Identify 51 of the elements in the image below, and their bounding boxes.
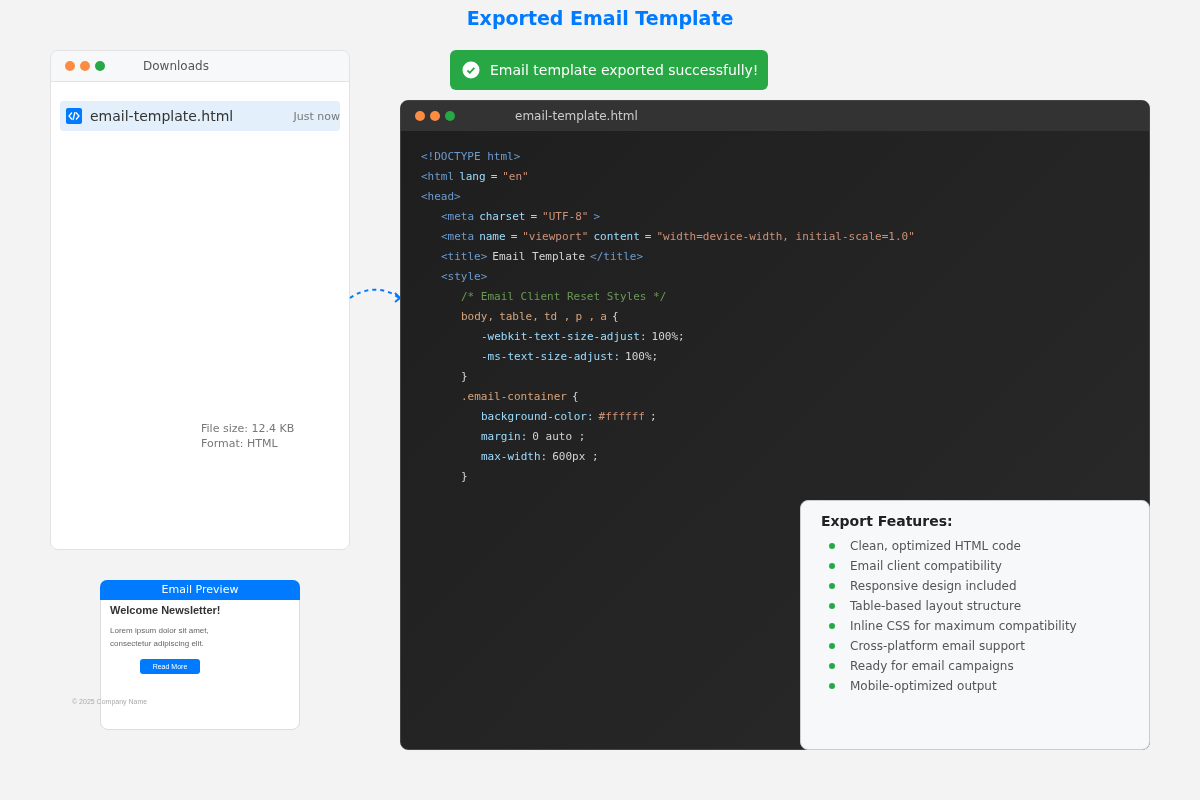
feature-item: Responsive design included — [850, 579, 1017, 593]
dashed-arrow — [349, 286, 403, 306]
code-line: } — [461, 469, 468, 485]
code-file-icon — [66, 108, 82, 124]
code-line: /* Email Client Reset Styles */ — [461, 289, 667, 305]
code-line: <html lang = "en" — [421, 169, 529, 185]
checkmark-icon — [462, 61, 480, 79]
window-title: email-template.html — [515, 109, 638, 123]
code-line: <meta charset = "UTF-8" > — [441, 209, 601, 225]
toast-message: Email template exported successfully! — [490, 62, 759, 78]
file-name: email-template.html — [90, 108, 234, 124]
window-controls-icon — [415, 111, 457, 121]
feature-item: Clean, optimized HTML code — [850, 539, 1021, 553]
preview-header: Email Preview — [100, 580, 300, 600]
download-item[interactable]: email-template.html Just now — [60, 101, 340, 131]
bullet-icon — [829, 643, 835, 649]
code-line: margin: 0 auto ; — [481, 429, 586, 445]
feature-item: Ready for email campaigns — [850, 659, 1014, 673]
feature-item: Inline CSS for maximum compatibility — [850, 619, 1077, 633]
code-line: <style> — [441, 269, 488, 285]
code-line: <head> — [421, 189, 461, 205]
bullet-icon — [829, 663, 835, 669]
code-line: -webkit-text-size-adjust: 100%; — [481, 329, 685, 345]
feature-item: Email client compatibility — [850, 559, 1002, 573]
bullet-icon — [829, 603, 835, 609]
code-line: max-width: 600px ; — [481, 449, 599, 465]
download-time: Just now — [293, 109, 340, 123]
newsletter-heading: Welcome Newsletter! — [110, 604, 222, 616]
code-line: <meta name = "viewport" content = "width=device-width, initial-scale=1.0" — [441, 229, 915, 245]
code-line: background-color: #ffffff ; — [481, 409, 657, 425]
code-line: <!DOCTYPE html> — [421, 149, 521, 165]
bullet-icon — [829, 683, 835, 689]
features-title: Export Features: — [821, 513, 954, 529]
page-title: Exported Email Template — [465, 7, 735, 29]
file-detail: File size: 12.4 KB — [201, 421, 295, 436]
code-line: -ms-text-size-adjust: 100%; — [481, 349, 659, 365]
bullet-icon — [829, 623, 835, 629]
newsletter-text: Lorem ipsum dolor sit amet, consectetur adipiscing elit. — [110, 625, 210, 650]
bullet-icon — [829, 563, 835, 569]
window-controls-icon — [65, 61, 107, 71]
bullet-icon — [829, 583, 835, 589]
code-line: } — [461, 369, 468, 385]
bullet-icon — [829, 543, 835, 549]
code-line: <title> Email Template </title> — [441, 249, 644, 265]
code-line: body, table, td , p , a { — [461, 309, 619, 325]
feature-item: Mobile-optimized output — [850, 679, 997, 693]
window-title: Downloads — [143, 59, 209, 73]
code-line: .email-container { — [461, 389, 579, 405]
feature-item: Table-based layout structure — [850, 599, 1022, 613]
file-detail: Format: HTML — [201, 436, 279, 451]
feature-item: Cross-platform email support — [850, 639, 1025, 653]
